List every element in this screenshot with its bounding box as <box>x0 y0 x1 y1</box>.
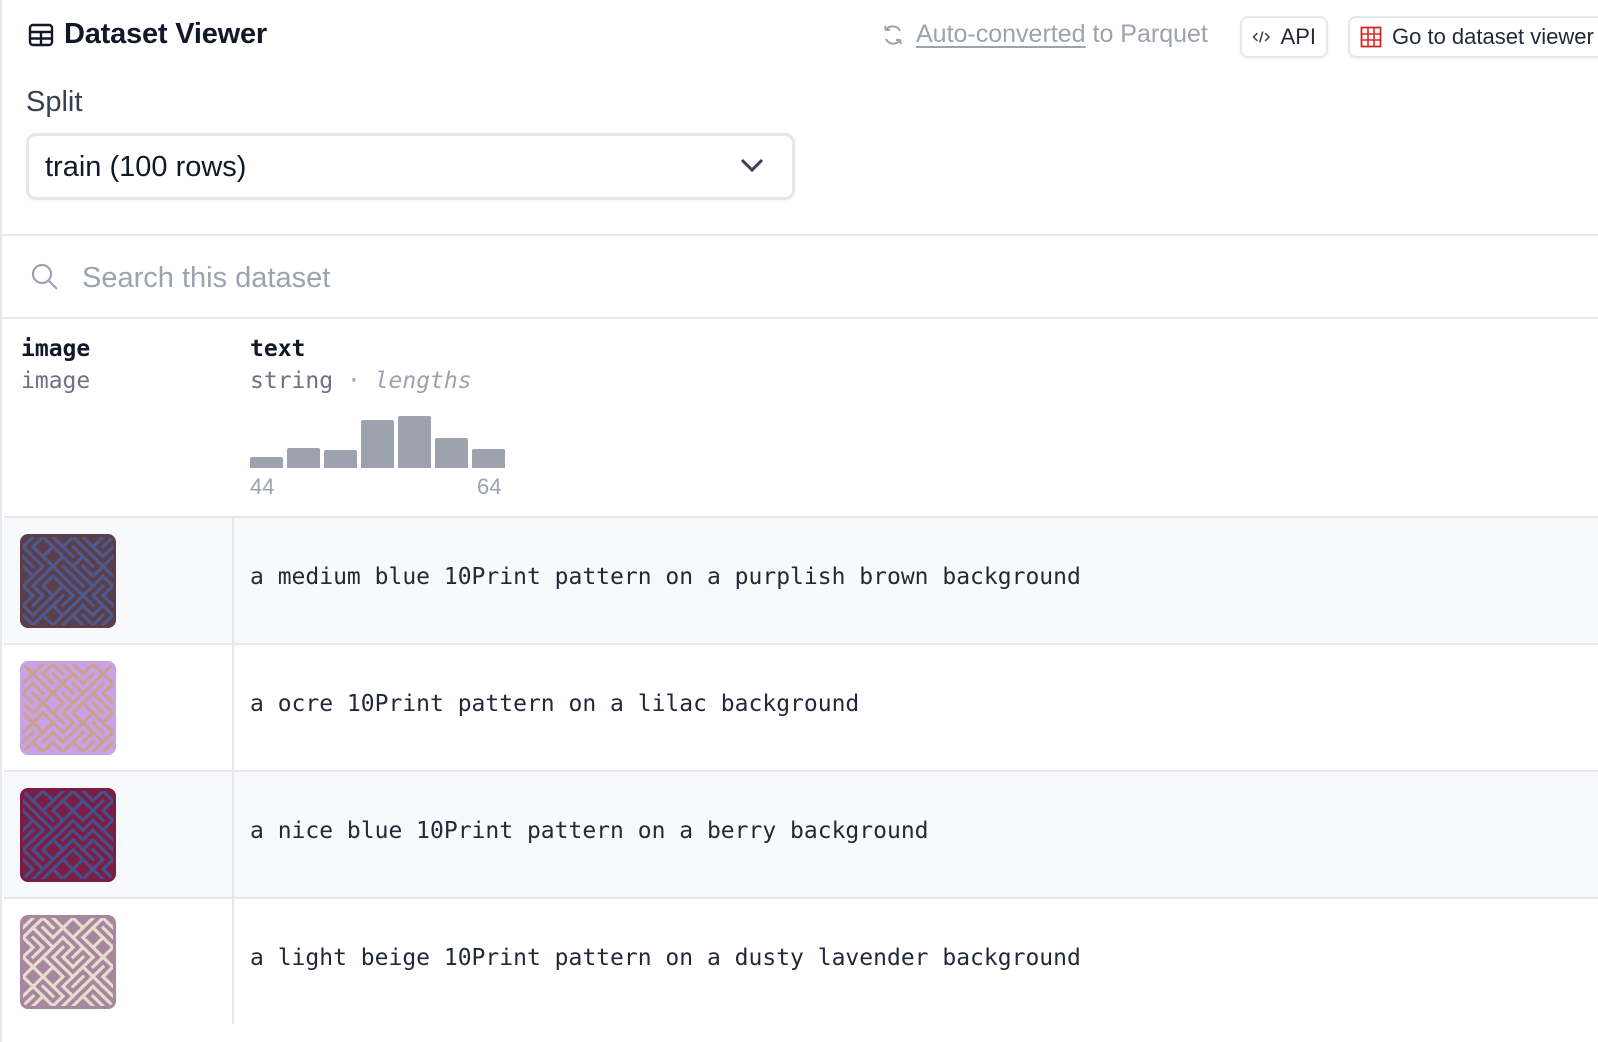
parquet-status: Auto-converted to Parquet <box>880 20 1208 49</box>
histogram-bar[interactable] <box>472 449 505 468</box>
search-input[interactable] <box>82 256 1482 300</box>
divider <box>2 317 1598 319</box>
auto-converted-link[interactable]: Auto-converted <box>916 20 1086 48</box>
parquet-suffix: to Parquet <box>1092 20 1208 48</box>
histogram-bar[interactable] <box>287 448 320 468</box>
api-button-label: API <box>1280 24 1316 49</box>
viewer-title-group: Dataset Viewer <box>28 18 267 51</box>
table-row[interactable]: a light beige 10Print pattern on a dusty… <box>4 897 1598 1024</box>
split-label: Split <box>26 86 83 118</box>
histogram-bar[interactable] <box>361 420 394 468</box>
column-text-name[interactable]: text <box>250 336 305 362</box>
column-image-name[interactable]: image <box>21 336 90 362</box>
grid-icon <box>1360 26 1382 48</box>
image-thumbnail[interactable] <box>20 534 116 628</box>
go-to-viewer-label: Go to dataset viewer <box>1392 24 1594 49</box>
table-row[interactable]: a nice blue 10Print pattern on a berry b… <box>4 770 1598 897</box>
search-icon <box>31 263 58 290</box>
cell-divider <box>232 899 234 1024</box>
row-text-cell[interactable]: a nice blue 10Print pattern on a berry b… <box>250 818 929 844</box>
refresh-icon <box>884 24 902 45</box>
column-text-type: string <box>250 368 334 394</box>
histogram-bar[interactable] <box>250 457 283 468</box>
split-select[interactable]: train (100 rows) <box>26 133 795 200</box>
table-icon <box>28 23 54 46</box>
dataset-viewer-panel: Dataset Viewer Auto-converted to Parquet… <box>0 0 1598 1042</box>
stat-separator: · <box>346 368 361 394</box>
row-text-cell[interactable]: a ocre 10Print pattern on a lilac backgr… <box>250 691 859 717</box>
viewer-header: Dataset Viewer Auto-converted to Parquet… <box>2 0 1598 76</box>
table-row[interactable]: a ocre 10Print pattern on a lilac backgr… <box>4 643 1598 770</box>
divider <box>2 234 1598 236</box>
histogram-max-label: 64 <box>477 474 502 499</box>
api-button[interactable]: API <box>1240 16 1328 58</box>
table-row[interactable]: a medium blue 10Print pattern on a purpl… <box>4 516 1598 643</box>
image-thumbnail[interactable] <box>20 915 116 1009</box>
histogram-bar[interactable] <box>324 450 357 468</box>
column-image-type: image <box>21 368 91 394</box>
code-icon <box>1252 31 1271 43</box>
length-histogram <box>250 412 510 468</box>
stat-label: lengths <box>374 368 472 394</box>
cell-divider <box>232 645 234 770</box>
cell-divider <box>232 518 234 643</box>
row-text-cell[interactable]: a light beige 10Print pattern on a dusty… <box>250 945 1081 971</box>
histogram-min-label: 44 <box>250 474 275 499</box>
cell-divider <box>232 772 234 897</box>
image-thumbnail[interactable] <box>20 788 116 882</box>
row-text-cell[interactable]: a medium blue 10Print pattern on a purpl… <box>250 564 1081 590</box>
go-to-dataset-viewer-button[interactable]: Go to dataset viewer <box>1348 16 1598 58</box>
histogram-bar[interactable] <box>398 416 431 468</box>
histogram-bar[interactable] <box>435 438 468 468</box>
image-thumbnail[interactable] <box>20 661 116 755</box>
chevron-down-icon <box>740 158 764 173</box>
viewer-title: Dataset Viewer <box>64 18 268 50</box>
column-text-type-line: string · lengths <box>250 368 472 394</box>
split-selected-value: train (100 rows) <box>45 151 247 183</box>
